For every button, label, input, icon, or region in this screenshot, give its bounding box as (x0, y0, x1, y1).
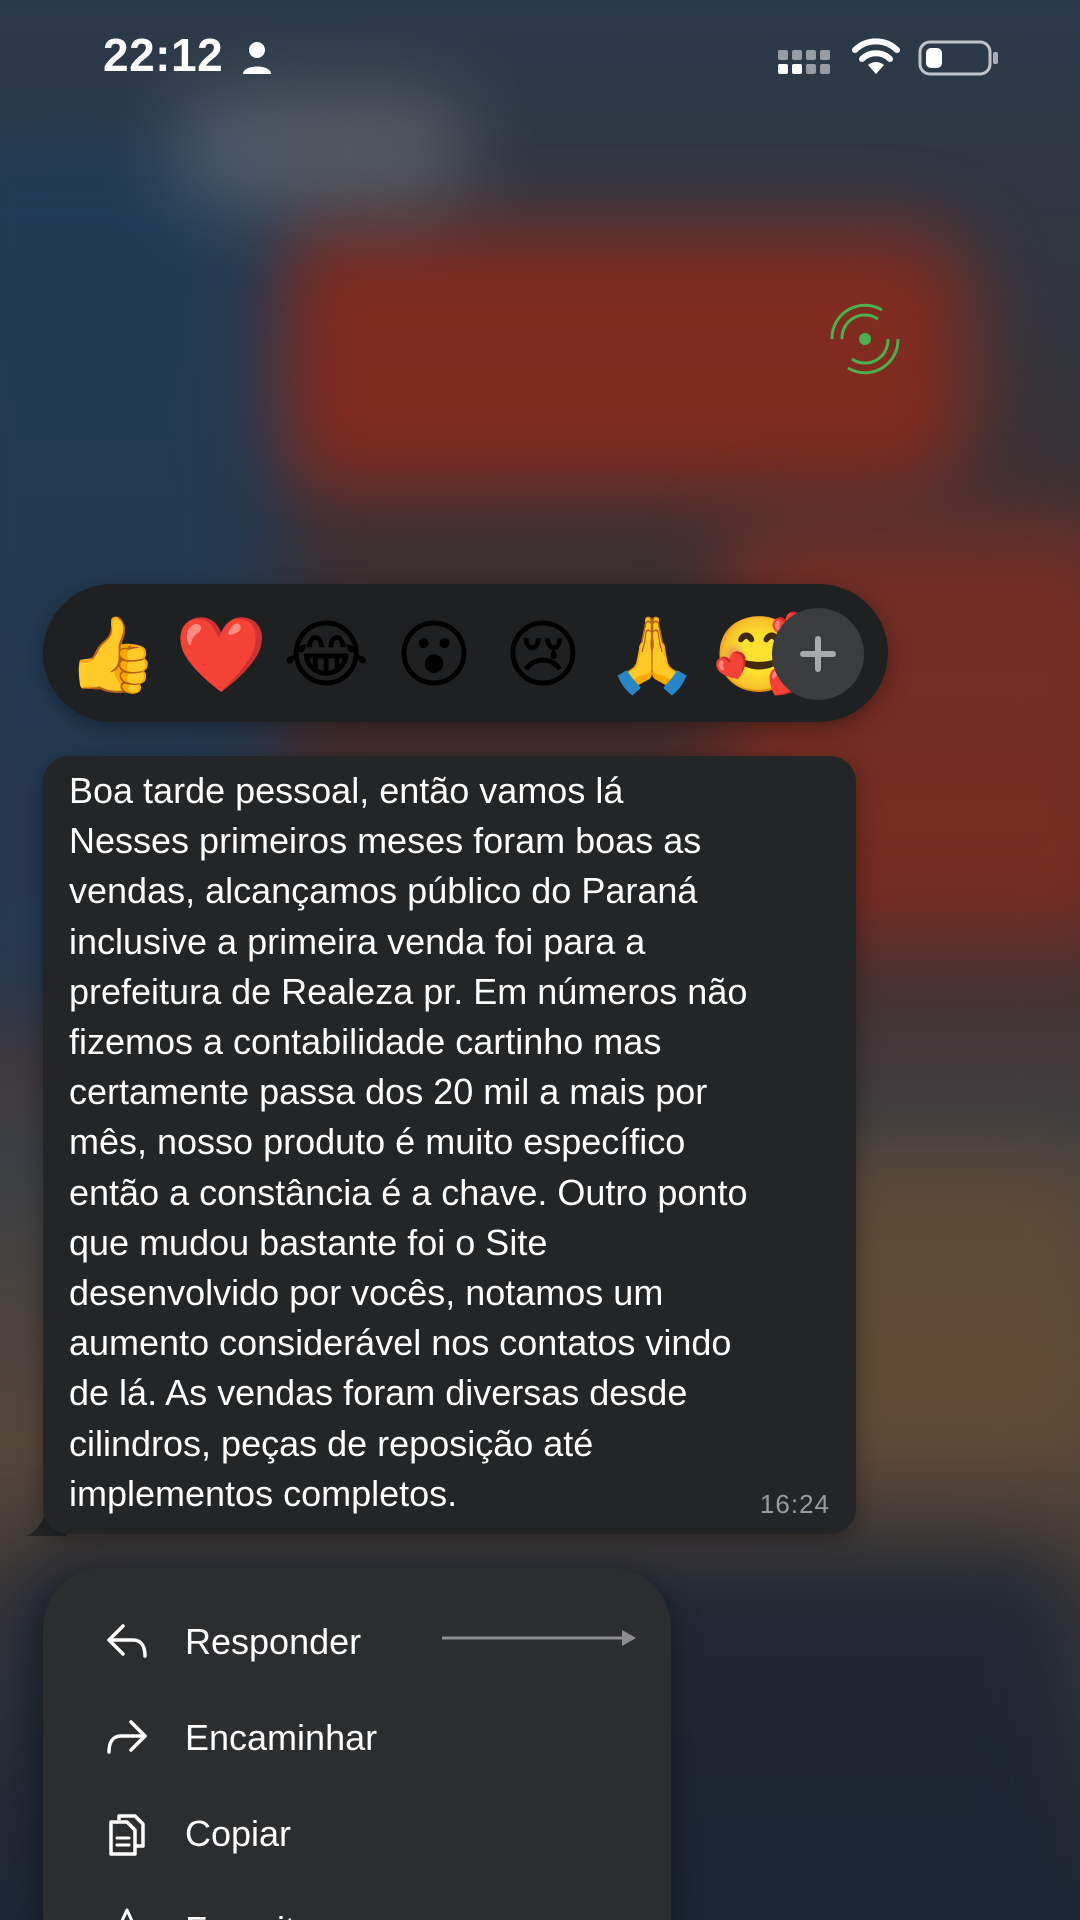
menu-label-copy: Copiar (185, 1813, 292, 1854)
plus-icon (800, 636, 836, 672)
message-bubble[interactable]: Boa tarde pessoal, então vamos lá Nesses… (43, 756, 856, 1534)
context-menu: Responder Encaminhar Copiar Favoritar (43, 1568, 671, 1920)
reaction-laughing[interactable]: 😂 (283, 612, 369, 698)
reaction-crying[interactable]: 😢 (500, 612, 586, 698)
reaction-praying-hands[interactable]: 🙏 (606, 612, 698, 698)
message-text: Boa tarde pessoal, então vamos lá Nesses… (69, 770, 748, 1514)
menu-item-copy[interactable]: Copiar (43, 1786, 671, 1882)
reaction-heart[interactable]: ❤️ (175, 612, 267, 698)
forward-icon (107, 1720, 147, 1754)
copy-icon (109, 1814, 145, 1856)
star-icon (120, 1908, 134, 1920)
reaction-bar: 👍 ❤️ 😂 😮 😢 🙏 🥰 (43, 584, 888, 722)
menu-item-favorite[interactable]: Favoritar (43, 1882, 671, 1920)
menu-label-forward: Encaminhar (185, 1717, 378, 1758)
person-icon (243, 42, 271, 74)
status-time: 22:12 (103, 29, 224, 81)
menu-label-favorite: Favoritar (185, 1906, 327, 1920)
reaction-surprised[interactable]: 😮 (391, 612, 477, 698)
message-timestamp: 16:24 (759, 1489, 830, 1519)
wifi-icon (852, 38, 900, 74)
loading-spinner-icon (830, 303, 900, 375)
menu-label-reply: Responder (185, 1621, 362, 1662)
swipe-arrow-icon (442, 1630, 636, 1646)
cellular-signal-icon (778, 50, 830, 74)
status-bar: 22:12 (0, 0, 1080, 110)
menu-item-forward[interactable]: Encaminhar (43, 1690, 671, 1786)
battery-icon (918, 40, 998, 76)
more-reactions-button[interactable] (772, 608, 864, 700)
reaction-thumbs-up[interactable]: 👍 (66, 612, 158, 698)
reply-icon (107, 1624, 147, 1658)
